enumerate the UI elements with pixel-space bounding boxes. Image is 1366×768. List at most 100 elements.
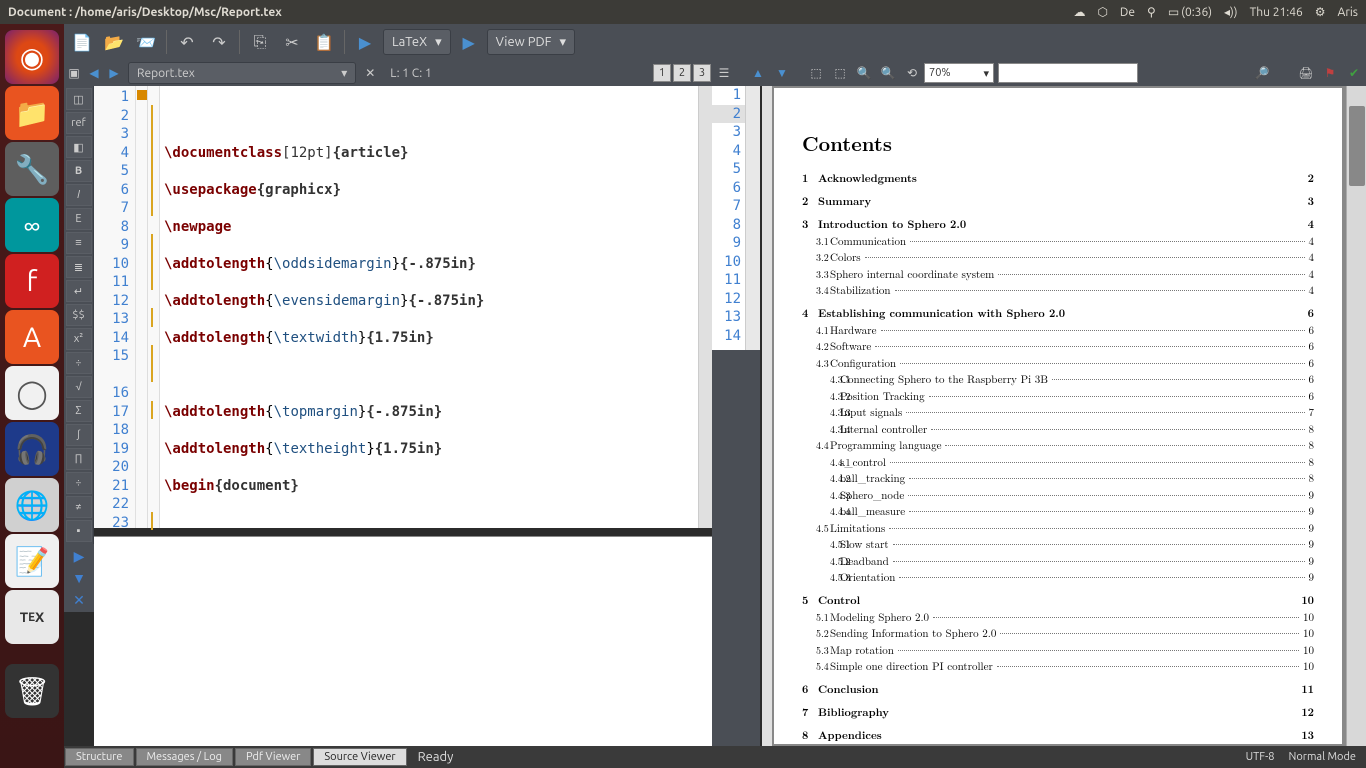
pdf-down-button[interactable]: ▼ [772,63,792,83]
palette-prod[interactable]: ∏ [66,448,92,470]
dash-icon[interactable]: ◉ [5,30,59,84]
user-menu[interactable]: Aris [1338,6,1358,19]
pdf-fit-width-button[interactable]: ⬚ [830,63,850,83]
clock[interactable]: Thu 21:46 [1250,6,1303,19]
tab-sourceviewer[interactable]: Source Viewer [313,748,406,766]
bookmark-3[interactable]: 3 [693,64,711,82]
symbol-palette: ◫ ref ◧ B I E ≡ ≣ ↵ $$ x² ÷ √ Σ ∫ ∏ ÷ ≠ … [64,86,94,544]
texstudio-icon[interactable]: TEX [5,590,59,644]
palette-left[interactable]: ≡ [66,232,92,254]
palette-frac3[interactable]: ≠ [66,496,92,518]
status-bar: Structure Messages / Log Pdf Viewer Sour… [64,746,1366,768]
gedit-icon[interactable]: 📝 [5,534,59,588]
encoding-indicator[interactable]: UTF-8 [1246,751,1275,763]
pdf-print-button[interactable]: 🖨 [1296,63,1316,83]
pdf-flag-button[interactable]: ⚑ [1320,63,1340,83]
wine-icon[interactable]: 🌐 [5,478,59,532]
palette-bold[interactable]: B [66,160,92,182]
pdf-fit-page-button[interactable]: ⬚ [806,63,826,83]
palette-emph[interactable]: E [66,208,92,230]
pdf-page[interactable]: Contents 1Acknowledgments22Summary33Intr… [774,88,1342,744]
copy-button[interactable]: ⎘ [246,28,274,56]
save-button[interactable]: 📨 [132,28,160,56]
pdf-page-input[interactable] [998,63,1138,83]
bluetooth-icon[interactable]: ⚲ [1147,5,1156,19]
arduino-icon[interactable]: ∞ [5,198,59,252]
settings-icon[interactable]: 🔧 [5,142,59,196]
code-editor[interactable]: 1234567891011121314151617181920212223 \d… [94,86,712,528]
software-icon[interactable]: A [5,310,59,364]
pdf-check-button[interactable]: ✔ [1344,63,1364,83]
pdf-preview: Contents 1Acknowledgments22Summary33Intr… [762,86,1366,746]
pdf-toc: 1Acknowledgments22Summary33Introduction … [802,171,1314,743]
new-file-button[interactable]: 📄 [68,28,96,56]
file-tab[interactable]: Report.tex▾ [128,62,356,84]
palette-int[interactable]: ∫ [66,424,92,446]
close-tab-button[interactable]: ✕ [360,63,380,83]
audacity-icon[interactable]: 🎧 [5,422,59,476]
undo-button[interactable]: ↶ [173,28,201,56]
palette-newline[interactable]: ↵ [66,280,92,302]
compile-button[interactable]: ▶ [351,28,379,56]
next-tab-button[interactable]: ▶ [104,63,124,83]
lang-indicator[interactable]: De [1120,6,1135,19]
battery-indicator[interactable]: ▭ (0:36) [1168,5,1212,19]
tab-messages[interactable]: Messages / Log [136,748,233,766]
cut-button[interactable]: ✂ [278,28,306,56]
viewer-select[interactable]: View PDF▾ [487,29,575,55]
palette-label[interactable]: ◧ [66,136,92,158]
pdf-zoom-in-button[interactable]: 🔍 [878,63,898,83]
pdf-scrollbar[interactable] [1346,86,1366,746]
pdf-zoom-out-button[interactable]: 🔍 [854,63,874,83]
palette-ref[interactable]: ref [66,112,92,134]
palette-frac2[interactable]: ÷ [66,472,92,494]
volume-icon[interactable]: ◂)) [1224,5,1238,19]
dropbox-icon[interactable]: ☁ [1073,5,1085,19]
window-title: Document : /home/aris/Desktop/Msc/Report… [8,6,282,19]
redo-button[interactable]: ↷ [205,28,233,56]
toggle-structure-button[interactable]: ▣ [64,63,84,83]
code-area[interactable]: \documentclass[12pt]{article} \usepackag… [160,86,698,528]
mode-indicator[interactable]: Normal Mode [1288,751,1356,763]
pdf-heading: Contents [802,128,1314,157]
pdf-find-button[interactable]: 🔎 [1252,63,1272,83]
files-icon[interactable]: 📁 [5,86,59,140]
pdf-up-button[interactable]: ▲ [748,63,768,83]
trash-icon[interactable]: 🗑 [5,664,59,718]
open-file-button[interactable]: 📂 [100,28,128,56]
pdf-toc-button[interactable]: ☰ [714,63,734,83]
bookmark-2[interactable]: 2 [673,64,691,82]
line-gutter: 1234567891011121314151617181920212223 [94,86,136,528]
tab-pdfviewer[interactable]: Pdf Viewer [235,748,311,766]
tab-structure[interactable]: Structure [65,748,134,766]
wifi-icon[interactable]: ⬡ [1097,5,1107,19]
palette-dollar[interactable]: $$ [66,304,92,326]
palette-frac[interactable]: ÷ [66,352,92,374]
secondary-scrollbar[interactable] [746,86,760,350]
fritzing-icon[interactable]: f [5,254,59,308]
paste-button[interactable]: 📋 [310,28,338,56]
bookmark-1[interactable]: 1 [653,64,671,82]
prev-tab-button[interactable]: ◀ [84,63,104,83]
palette-sqrt[interactable]: √ [66,376,92,398]
gear-icon[interactable]: ⚙ [1315,5,1326,19]
compiler-select[interactable]: LaTeX▾ [383,29,451,55]
arrow-down[interactable]: ▼ [66,568,92,588]
console-panel[interactable] [94,536,712,746]
view-button[interactable]: ▶ [455,28,483,56]
system-top-bar: Document : /home/aris/Desktop/Msc/Report… [0,0,1366,24]
marker-column [136,86,148,528]
collapse-icon[interactable]: ✕ [66,590,92,610]
palette-term[interactable]: ▪ [66,520,92,542]
palette-center[interactable]: ≣ [66,256,92,278]
palette-sum[interactable]: Σ [66,400,92,422]
chromium-icon[interactable]: ◯ [5,366,59,420]
status-text: Ready [418,750,454,764]
arrow-right[interactable]: ▶ [66,546,92,566]
editor-scrollbar[interactable] [698,86,712,528]
zoom-select[interactable]: 70%▾ [924,63,994,83]
pdf-zoom-reset-button[interactable]: ⟲ [902,63,922,83]
palette-part[interactable]: ◫ [66,88,92,110]
palette-italic[interactable]: I [66,184,92,206]
palette-sub[interactable]: x² [66,328,92,350]
